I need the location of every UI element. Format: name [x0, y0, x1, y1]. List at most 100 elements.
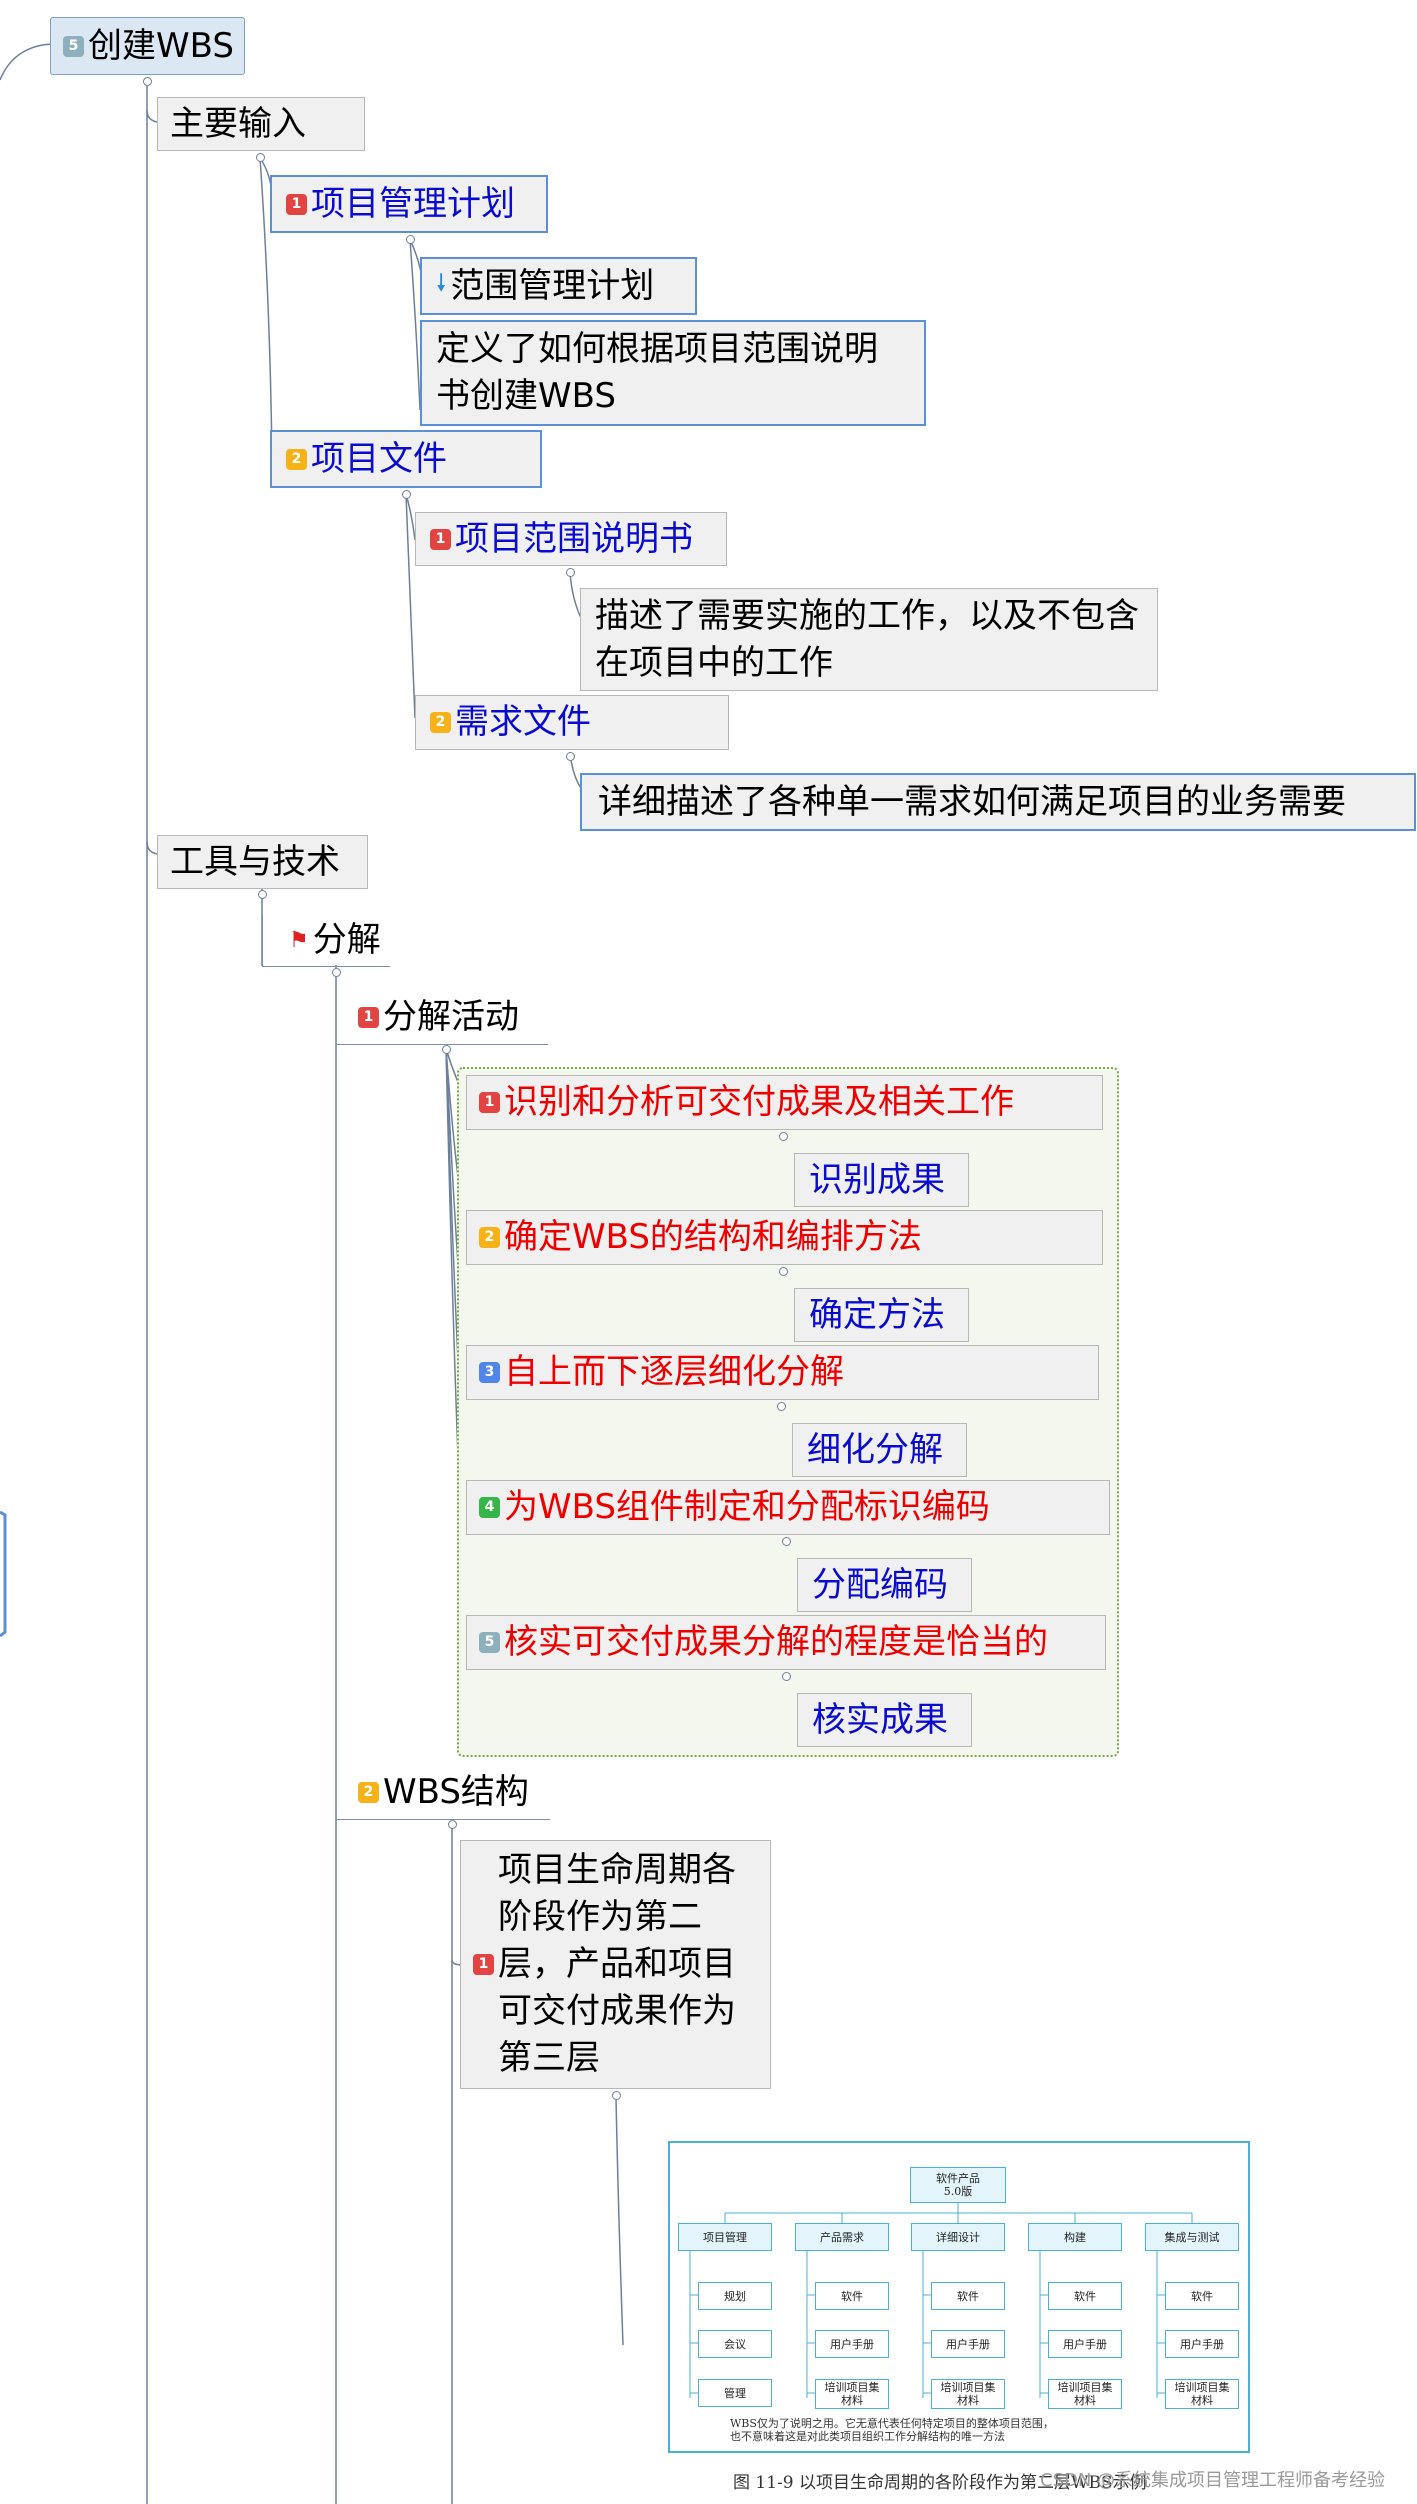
root-label: 创建WBS — [88, 25, 234, 66]
collapse-toggle[interactable] — [256, 153, 265, 162]
figure-note-line: WBS仅为了说明之用。它无意代表任何特定项目的整体项目范围， — [730, 2417, 1054, 2430]
figure-item: 软件 — [815, 2282, 889, 2310]
step-label: 核实可交付成果分解的程度是恰当的 — [504, 1622, 1048, 1662]
inputs-node[interactable]: 主要输入 — [157, 97, 365, 151]
wbs-level-line: 可交付成果作为 — [498, 1991, 736, 2031]
figure-item: 软件 — [931, 2282, 1005, 2310]
step-note-label: 识别成果 — [809, 1159, 945, 1200]
tools-node[interactable]: 工具与技术 — [157, 835, 368, 889]
priority-badge: 2 — [286, 448, 307, 470]
figure-top-box: 软件产品 5.0版 — [910, 2167, 1006, 2203]
scope-plan-desc-text: 定义了如何根据项目范围说明书创建WBS — [436, 329, 878, 416]
step-note-label: 确定方法 — [809, 1294, 945, 1335]
priority-badge: 5 — [63, 35, 84, 57]
wbs-level-line: 层，产品和项目 — [498, 1944, 736, 1984]
figure-item: 会议 — [698, 2330, 772, 2358]
figure-item: 软件 — [1048, 2282, 1122, 2310]
figure-column-head: 集成与测试 — [1145, 2223, 1239, 2251]
figure-item: 培训项目集材料 — [1048, 2379, 1122, 2409]
figure-item: 用户手册 — [1165, 2330, 1239, 2358]
wbs-level-line: 第三层 — [498, 2038, 600, 2078]
scope-statement-node[interactable]: 1 项目范围说明书 — [415, 512, 727, 566]
collapse-toggle[interactable] — [258, 890, 267, 899]
step-node[interactable]: 3 自上而下逐层细化分解 — [466, 1345, 1099, 1400]
step-note[interactable]: 核实成果 — [797, 1693, 972, 1747]
requirements-desc: 详细描述了各种单一需求如何满足项目的业务需要 — [580, 773, 1416, 831]
wbs-level-line: 阶段作为第二 — [498, 1897, 702, 1937]
requirements-node[interactable]: 2 需求文件 — [415, 695, 729, 750]
figure-item: 规划 — [698, 2282, 772, 2310]
wbs-level-line: 项目生命周期各 — [498, 1850, 736, 1890]
priority-badge: 2 — [430, 712, 451, 733]
figure-item: 软件 — [1165, 2282, 1239, 2310]
watermark: CSDN @系统集成项目管理工程师备考经验 — [1040, 2470, 1386, 2491]
priority-badge: 5 — [479, 1632, 500, 1653]
figure-item: 用户手册 — [815, 2330, 889, 2358]
collapse-toggle[interactable] — [777, 1402, 786, 1411]
figure-top-line: 软件产品 — [936, 2172, 980, 2185]
step-node[interactable]: 1 识别和分析可交付成果及相关工作 — [466, 1075, 1103, 1130]
decomposition-node[interactable]: ⚑ 分解 — [262, 915, 390, 967]
decomposition-label: 分解 — [312, 920, 381, 960]
step-note[interactable]: 确定方法 — [794, 1288, 969, 1342]
step-node[interactable]: 5 核实可交付成果分解的程度是恰当的 — [466, 1615, 1106, 1670]
requirements-desc-text: 详细描述了各种单一需求如何满足项目的业务需要 — [598, 781, 1346, 822]
collapse-toggle[interactable] — [782, 1537, 791, 1546]
scope-plan-desc: 定义了如何根据项目范围说明书创建WBS — [420, 320, 926, 426]
inputs-label: 主要输入 — [170, 103, 306, 144]
figure-item: 培训项目集材料 — [931, 2379, 1005, 2409]
collapse-toggle[interactable] — [332, 968, 341, 977]
flag-icon: ⚑ — [289, 928, 309, 953]
step-node[interactable]: 4 为WBS组件制定和分配标识编码 — [466, 1480, 1110, 1535]
collapse-toggle[interactable] — [442, 1045, 451, 1054]
pm-plan-node[interactable]: 1 项目管理计划 — [270, 175, 548, 233]
wbs-structure-node[interactable]: 2 WBS结构 — [336, 1765, 550, 1820]
priority-badge: 1 — [479, 1092, 500, 1113]
activities-node[interactable]: 1 分解活动 — [336, 990, 548, 1045]
arrow-down-icon: 🠗 — [436, 268, 447, 297]
wbs-example-figure: 软件产品 5.0版 项目管理 产品需求 详细设计 构建 集成与测试 规划 会议 … — [668, 2141, 1250, 2453]
step-note[interactable]: 细化分解 — [792, 1423, 967, 1477]
figure-item: 管理 — [698, 2379, 772, 2407]
project-docs-label: 项目文件 — [311, 438, 447, 479]
priority-badge: 2 — [479, 1227, 500, 1248]
step-label: 自上而下逐层细化分解 — [504, 1352, 844, 1392]
scope-statement-desc-text: 描述了需要实施的工作，以及不包含在项目中的工作 — [595, 595, 1139, 683]
step-note[interactable]: 分配编码 — [797, 1558, 972, 1612]
wbs-level-node[interactable]: 1 项目生命周期各 阶段作为第二 层，产品和项目 可交付成果作为 第三层 — [460, 1840, 771, 2089]
step-note-label: 核实成果 — [812, 1699, 948, 1740]
scope-statement-desc: 描述了需要实施的工作，以及不包含在项目中的工作 — [580, 588, 1158, 691]
collapse-toggle[interactable] — [143, 77, 152, 86]
priority-badge: 1 — [286, 193, 307, 215]
figure-column-head: 产品需求 — [795, 2223, 889, 2251]
project-docs-node[interactable]: 2 项目文件 — [270, 430, 542, 488]
scope-plan-node[interactable]: 🠗 范围管理计划 — [420, 257, 697, 315]
figure-column-head: 详细设计 — [911, 2223, 1005, 2251]
collapse-toggle[interactable] — [612, 2091, 621, 2100]
figure-item: 用户手册 — [931, 2330, 1005, 2358]
collapse-toggle[interactable] — [402, 490, 411, 499]
tools-label: 工具与技术 — [170, 841, 340, 882]
figure-item: 培训项目集材料 — [815, 2379, 889, 2409]
collapse-toggle[interactable] — [782, 1672, 791, 1681]
priority-badge: 1 — [358, 1006, 379, 1028]
collapse-toggle[interactable] — [566, 752, 575, 761]
collapse-toggle[interactable] — [566, 568, 575, 577]
wbs-level-text: 项目生命周期各 阶段作为第二 层，产品和项目 可交付成果作为 第三层 — [498, 1847, 736, 2082]
collapse-toggle[interactable] — [779, 1267, 788, 1276]
figure-top-line: 5.0版 — [943, 2185, 973, 2198]
requirements-label: 需求文件 — [455, 702, 591, 742]
root-node[interactable]: 5 创建WBS — [50, 17, 245, 75]
step-node[interactable]: 2 确定WBS的结构和编排方法 — [466, 1210, 1103, 1265]
step-note-label: 细化分解 — [807, 1429, 943, 1470]
scope-plan-label: 范围管理计划 — [450, 265, 655, 306]
priority-badge: 1 — [430, 528, 451, 550]
figure-item: 培训项目集材料 — [1165, 2379, 1239, 2409]
priority-badge: 2 — [358, 1781, 379, 1803]
collapse-toggle[interactable] — [406, 235, 415, 244]
collapse-toggle[interactable] — [448, 1820, 457, 1829]
priority-badge: 3 — [479, 1362, 500, 1383]
collapse-toggle[interactable] — [779, 1132, 788, 1141]
figure-note-line: 也不意味着这是对此类项目组织工作分解结构的唯一方法 — [730, 2430, 1005, 2443]
step-note[interactable]: 识别成果 — [794, 1153, 969, 1207]
